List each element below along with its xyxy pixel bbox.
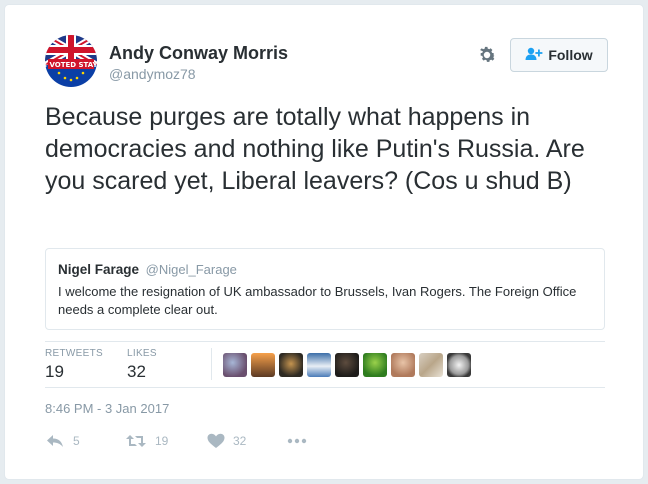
liker-avatar[interactable] (363, 353, 387, 377)
tweet-text: Because purges are totally what happens … (45, 103, 585, 195)
quoted-tweet-handle: @Nigel_Farage (145, 262, 237, 277)
user-name[interactable]: Andy Conway Morris (109, 43, 288, 64)
quoted-tweet-text: I welcome the resignation of UK ambassad… (58, 284, 577, 317)
follow-button[interactable]: Follow (510, 38, 608, 72)
liker-avatar[interactable] (279, 353, 303, 377)
reply-button[interactable]: 5 (45, 433, 125, 449)
liker-avatar[interactable] (447, 353, 471, 377)
user-avatar[interactable]: I VOTED STAY (45, 35, 97, 87)
follow-button-label: Follow (548, 47, 593, 63)
quoted-tweet-name: Nigel Farage (58, 262, 140, 277)
liker-avatars (223, 353, 471, 377)
divider (45, 387, 605, 388)
quoted-tweet-header: Nigel Farage @Nigel_Farage (58, 262, 591, 277)
retweet-count: 19 (155, 434, 169, 448)
quoted-tweet[interactable]: Nigel Farage @Nigel_Farage I welcome the… (45, 248, 605, 330)
retweets-label: RETWEETS (45, 348, 103, 359)
divider (211, 348, 212, 380)
follow-person-icon (525, 47, 543, 64)
liker-avatar[interactable] (391, 353, 415, 377)
retweets-value: 19 (45, 362, 64, 381)
more-button[interactable] (287, 438, 307, 444)
retweet-icon (125, 433, 147, 449)
avatar-image: I VOTED STAY (45, 35, 97, 87)
likes-value: 32 (127, 362, 146, 381)
likes-stat[interactable]: LIKES 32 (127, 348, 157, 382)
retweet-button[interactable]: 19 (125, 433, 207, 449)
gear-icon[interactable] (476, 44, 498, 66)
reply-icon (45, 433, 65, 449)
avatar-badge-text: I VOTED STAY (45, 61, 97, 69)
liker-avatar[interactable] (251, 353, 275, 377)
reply-count: 5 (73, 434, 80, 448)
liker-avatar[interactable] (307, 353, 331, 377)
more-icon (287, 438, 307, 444)
likes-label: LIKES (127, 348, 157, 359)
liker-avatar[interactable] (223, 353, 247, 377)
like-count: 32 (233, 434, 247, 448)
like-button[interactable]: 32 (207, 433, 287, 449)
liker-avatar[interactable] (335, 353, 359, 377)
heart-icon (207, 433, 225, 449)
tweet-card: I VOTED STAY Andy Conway Morris @andymoz… (4, 4, 644, 480)
user-handle[interactable]: @andymoz78 (109, 66, 196, 82)
tweet-timestamp[interactable]: 8:46 PM - 3 Jan 2017 (45, 401, 169, 416)
tweet-actions: 5 19 32 (45, 433, 307, 449)
liker-avatar[interactable] (419, 353, 443, 377)
retweets-stat[interactable]: RETWEETS 19 (45, 348, 103, 382)
divider (45, 341, 605, 342)
